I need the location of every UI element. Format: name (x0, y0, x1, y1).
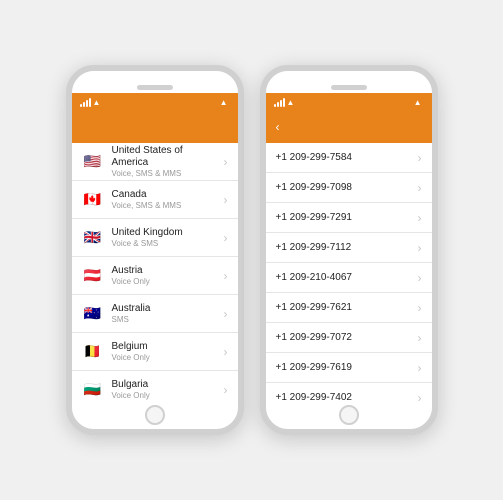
country-name: Austria (112, 265, 220, 277)
country-name: Australia (112, 303, 220, 315)
country-name: United Kingdom (112, 227, 220, 239)
country-sub: Voice, SMS & MMS (112, 169, 220, 179)
speaker (137, 85, 173, 90)
chevron-right-icon: › (418, 331, 422, 345)
country-name: Bulgaria (112, 379, 220, 391)
phone-number: +1 209-299-7619 (276, 362, 418, 373)
country-sub: Voice Only (112, 277, 220, 287)
phone-number: +1 209-299-7112 (276, 242, 418, 253)
wifi-icon-2: ▲ (287, 98, 295, 107)
status-left-2: ▲ (274, 98, 295, 107)
status-left-1: ▲ (80, 98, 101, 107)
chevron-right-icon: › (418, 181, 422, 195)
phones-container: ▲ ▲ 🇺🇸 United States of America Voice, S… (46, 45, 458, 455)
status-right-2: ▲ (414, 98, 424, 107)
status-right-1: ▲ (220, 98, 230, 107)
country-list-item[interactable]: 🇧🇬 Bulgaria Voice Only › (72, 371, 238, 401)
phone-bottom-1 (72, 401, 238, 429)
status-bar-2: ▲ ▲ (266, 93, 432, 111)
chevron-left-icon: ‹ (276, 120, 280, 134)
country-name: Belgium (112, 341, 220, 353)
chevron-right-icon: › (418, 391, 422, 402)
chevron-right-icon: › (418, 151, 422, 165)
chevron-right-icon: › (224, 231, 228, 245)
country-sub: Voice, SMS & MMS (112, 201, 220, 211)
chevron-right-icon: › (224, 345, 228, 359)
battery-icon-2: ▲ (414, 98, 422, 107)
flag-icon: 🇦🇺 (82, 306, 104, 322)
country-list: 🇺🇸 United States of America Voice, SMS &… (72, 143, 238, 401)
number-list-item[interactable]: +1 209-299-7098 › (266, 173, 432, 203)
country-sub: SMS (112, 315, 220, 325)
number-list-item[interactable]: +1 209-299-7072 › (266, 323, 432, 353)
country-name: Canada (112, 189, 220, 201)
number-list-item[interactable]: +1 209-299-7619 › (266, 353, 432, 383)
number-list-item[interactable]: +1 209-299-7621 › (266, 293, 432, 323)
phone-numbers: ▲ ▲ ‹ +1 209-299-7584 › +1 209-299-7098 … (260, 65, 438, 435)
nav-bar-2: ‹ (266, 111, 432, 143)
home-button-2[interactable] (339, 405, 359, 425)
signal-icon-1 (80, 98, 91, 107)
number-list-item[interactable]: +1 209-299-7112 › (266, 233, 432, 263)
chevron-right-icon: › (418, 361, 422, 375)
flag-icon: 🇺🇸 (82, 154, 104, 170)
chevron-right-icon: › (418, 211, 422, 225)
country-list-item[interactable]: 🇨🇦 Canada Voice, SMS & MMS › (72, 181, 238, 219)
flag-icon: 🇧🇬 (82, 382, 104, 398)
chevron-right-icon: › (418, 271, 422, 285)
phone-number: +1 209-299-7584 (276, 152, 418, 163)
chevron-right-icon: › (224, 155, 228, 169)
phone-country: ▲ ▲ 🇺🇸 United States of America Voice, S… (66, 65, 244, 435)
chevron-right-icon: › (418, 301, 422, 315)
number-list-item[interactable]: +1 209-299-7584 › (266, 143, 432, 173)
signal-icon-2 (274, 98, 285, 107)
chevron-right-icon: › (224, 307, 228, 321)
chevron-right-icon: › (224, 383, 228, 397)
flag-icon: 🇨🇦 (82, 192, 104, 208)
phone-top-bar-2 (266, 71, 432, 93)
phone-number: +1 209-299-7291 (276, 212, 418, 223)
phone-bottom-2 (266, 401, 432, 429)
wifi-icon-1: ▲ (93, 98, 101, 107)
nav-bar-1 (72, 111, 238, 143)
country-sub: Voice Only (112, 391, 220, 401)
phone-top-bar (72, 71, 238, 93)
battery-icon-1: ▲ (220, 98, 228, 107)
phone-number: +1 209-299-7621 (276, 302, 418, 313)
number-list-item[interactable]: +1 209-210-4067 › (266, 263, 432, 293)
country-list-item[interactable]: 🇺🇸 United States of America Voice, SMS &… (72, 143, 238, 181)
phone-number: +1 209-299-7072 (276, 332, 418, 343)
chevron-right-icon: › (224, 269, 228, 283)
numbers-list: +1 209-299-7584 › +1 209-299-7098 › +1 2… (266, 143, 432, 401)
flag-icon: 🇦🇹 (82, 268, 104, 284)
chevron-right-icon: › (224, 193, 228, 207)
back-button-2[interactable]: ‹ (276, 120, 282, 134)
country-list-item[interactable]: 🇦🇹 Austria Voice Only › (72, 257, 238, 295)
status-bar-1: ▲ ▲ (72, 93, 238, 111)
chevron-right-icon: › (418, 241, 422, 255)
country-sub: Voice Only (112, 353, 220, 363)
phone-number: +1 209-299-7098 (276, 182, 418, 193)
number-list-item[interactable]: +1 209-299-7402 › (266, 383, 432, 401)
speaker-2 (331, 85, 367, 90)
number-list-item[interactable]: +1 209-299-7291 › (266, 203, 432, 233)
phone-number: +1 209-299-7402 (276, 392, 418, 401)
country-list-item[interactable]: 🇦🇺 Australia SMS › (72, 295, 238, 333)
country-list-item[interactable]: 🇧🇪 Belgium Voice Only › (72, 333, 238, 371)
country-sub: Voice & SMS (112, 239, 220, 249)
phone-number: +1 209-210-4067 (276, 272, 418, 283)
country-list-item[interactable]: 🇬🇧 United Kingdom Voice & SMS › (72, 219, 238, 257)
home-button-1[interactable] (145, 405, 165, 425)
flag-icon: 🇧🇪 (82, 344, 104, 360)
country-name: United States of America (112, 145, 220, 169)
flag-icon: 🇬🇧 (82, 230, 104, 246)
